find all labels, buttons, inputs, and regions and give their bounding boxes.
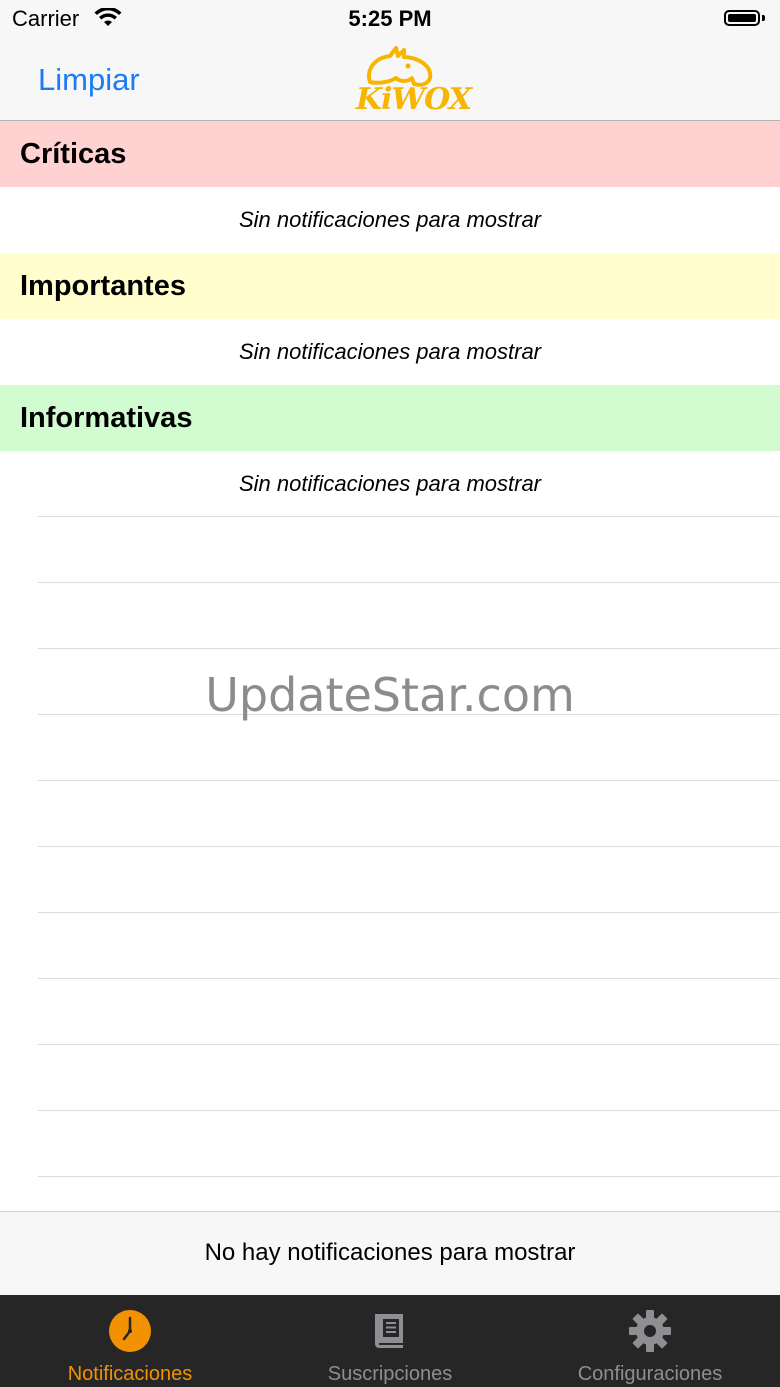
section-header-informativas: Informativas	[0, 385, 780, 451]
clear-button[interactable]: Limpiar	[38, 62, 140, 98]
gear-icon	[629, 1310, 671, 1352]
empty-row-informativas: Sin notificaciones para mostrar	[0, 451, 780, 517]
tab-notificaciones[interactable]: Notificaciones	[0, 1295, 260, 1387]
tab-suscripciones[interactable]: Suscripciones	[260, 1295, 520, 1387]
footer-text: No hay notificaciones para mostrar	[204, 1239, 576, 1266]
footer-message: No hay notificaciones para mostrar	[0, 1211, 780, 1295]
row-separator	[38, 978, 780, 979]
kiwox-logo: KiWOX	[352, 44, 472, 117]
row-separator	[38, 648, 780, 649]
row-separator	[38, 582, 780, 583]
empty-row-criticas: Sin notificaciones para mostrar	[0, 187, 780, 253]
section-header-importantes: Importantes	[0, 253, 780, 319]
empty-message: Sin notificaciones para mostrar	[238, 471, 542, 496]
tab-label: Notificaciones	[67, 1363, 193, 1385]
battery-icon	[724, 10, 766, 28]
section-header-criticas: Críticas	[0, 121, 780, 187]
empty-row-importantes: Sin notificaciones para mostrar	[0, 319, 780, 385]
section-title: Informativas	[20, 402, 193, 434]
status-time: 5:25 PM	[348, 6, 432, 31]
watermark-text: UpdateStar.com	[205, 668, 575, 722]
tab-label: Suscripciones	[327, 1363, 453, 1385]
row-separator	[38, 516, 780, 517]
logo-text: KiWOX	[356, 82, 472, 117]
tab-bar: Notificaciones Suscripciones Configuraci…	[0, 1295, 780, 1387]
row-separator	[38, 846, 780, 847]
clock-icon	[109, 1310, 151, 1352]
empty-message: Sin notificaciones para mostrar	[238, 207, 542, 232]
row-separator	[38, 1176, 780, 1177]
tab-label: Configuraciones	[577, 1363, 723, 1385]
navigation-bar: Limpiar KiWOX	[0, 40, 780, 121]
status-bar: Carrier 5:25 PM	[0, 0, 780, 40]
empty-message: Sin notificaciones para mostrar	[238, 339, 542, 364]
tab-configuraciones[interactable]: Configuraciones	[520, 1295, 780, 1387]
section-title: Críticas	[20, 138, 127, 170]
row-separator	[38, 912, 780, 913]
section-title: Importantes	[20, 270, 186, 302]
row-separator	[38, 780, 780, 781]
row-separator	[38, 1110, 780, 1111]
row-separator	[38, 1044, 780, 1045]
book-icon	[375, 1314, 403, 1348]
